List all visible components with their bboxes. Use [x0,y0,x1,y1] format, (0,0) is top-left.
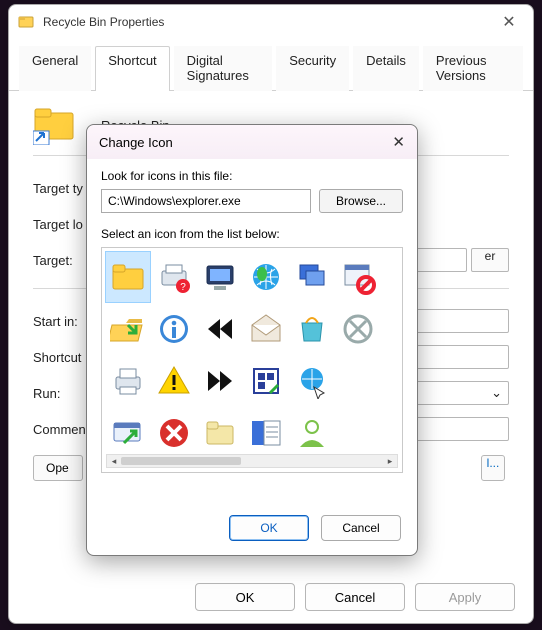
printer-icon[interactable] [106,356,150,406]
icon-empty [336,408,380,458]
folder-plain-icon[interactable] [198,408,242,458]
svg-text:?: ? [180,282,186,293]
scroll-thumb[interactable] [121,457,241,465]
tab-security[interactable]: Security [276,46,349,91]
rewind-icon[interactable] [198,304,242,354]
tab-shortcut[interactable]: Shortcut [95,46,169,91]
tab-details[interactable]: Details [353,46,419,91]
browse-button[interactable]: Browse... [319,189,403,213]
tab-digital-signatures[interactable]: Digital Signatures [174,46,273,91]
modal-footer: OK Cancel [229,515,401,541]
select-icon-label: Select an icon from the list below: [101,227,403,241]
modal-title: Change Icon [99,135,173,150]
shopping-bag-icon[interactable] [290,304,334,354]
dialog-footer: OK Cancel Apply [195,583,515,611]
modal-cancel-button[interactable]: Cancel [321,515,401,541]
mail-open-icon[interactable] [244,304,288,354]
folder-icon[interactable] [106,252,150,302]
cancel-button[interactable]: Cancel [305,583,405,611]
error-circle-icon[interactable] [152,408,196,458]
modal-close-icon[interactable]: ✕ [392,133,405,151]
window-blocked-icon[interactable] [336,252,380,302]
app-board-icon[interactable] [244,356,288,406]
open-file-location-button[interactable]: Ope [33,455,83,481]
tab-previous-versions[interactable]: Previous Versions [423,46,523,91]
scroll-left-icon[interactable]: ◂ [107,456,121,467]
window-title: Recycle Bin Properties [43,15,493,29]
computer-display-icon[interactable] [198,252,242,302]
target-trailing[interactable]: er [471,248,509,272]
list-panel-icon[interactable] [244,408,288,458]
info-icon[interactable] [152,304,196,354]
close-icon[interactable]: ✕ [493,12,525,32]
globe-pointer-icon[interactable] [290,356,334,406]
modal-body: Look for icons in this file: Browse... S… [87,159,417,485]
cancel-circle-icon[interactable] [336,304,380,354]
forward-icon[interactable] [198,356,242,406]
monitor-arrow-icon[interactable] [106,408,150,458]
printer-help-icon[interactable]: ? [152,252,196,302]
apply-button[interactable]: Apply [415,583,515,611]
folder-shortcut-icon [33,105,77,145]
look-for-label: Look for icons in this file: [101,169,403,183]
warning-icon[interactable] [152,356,196,406]
modal-ok-button[interactable]: OK [229,515,309,541]
globe-icon[interactable] [244,252,288,302]
advanced-button[interactable]: l... [481,455,505,481]
change-icon-dialog: Change Icon ✕ Look for icons in this fil… [86,124,418,556]
ok-button[interactable]: OK [195,583,295,611]
scroll-track[interactable] [121,456,383,466]
titlebar-app-icon [17,13,35,31]
icon-list: ? ◂ ▸ [101,247,403,473]
scroll-right-icon[interactable]: ▸ [383,456,397,467]
icon-empty [336,356,380,406]
chevron-down-icon: ⌄ [491,385,502,401]
tab-general[interactable]: General [19,46,91,91]
icon-scrollbar[interactable]: ◂ ▸ [106,454,398,468]
windows-cascade-icon[interactable] [290,252,334,302]
icon-path-input[interactable] [101,189,311,213]
tabs: GeneralShortcutDigital SignaturesSecurit… [9,45,533,91]
folder-open-icon[interactable] [106,304,150,354]
modal-titlebar: Change Icon ✕ [87,125,417,159]
user-green-icon[interactable] [290,408,334,458]
titlebar: Recycle Bin Properties ✕ [9,5,533,39]
